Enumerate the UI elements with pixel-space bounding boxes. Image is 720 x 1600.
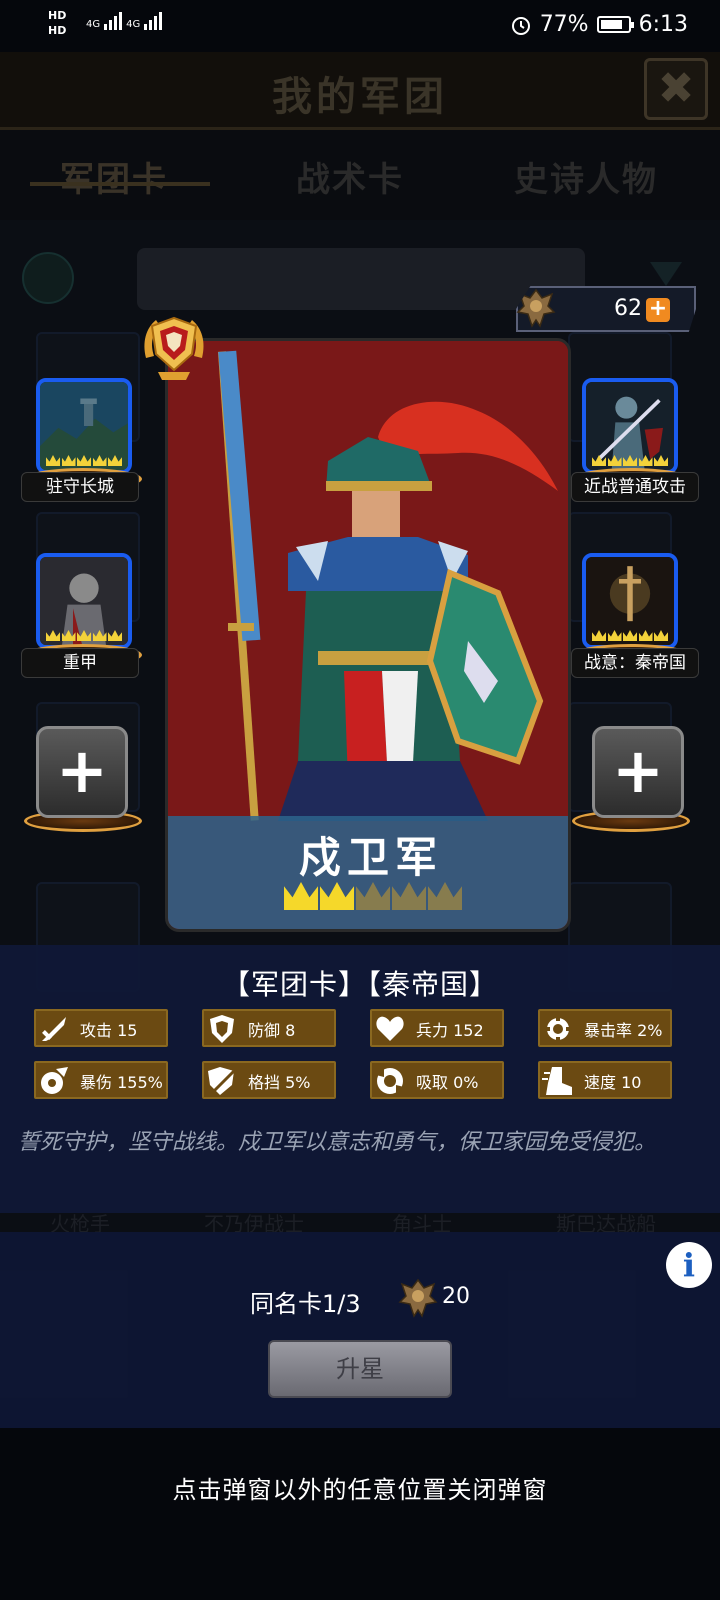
stat-speed: 速度 10: [538, 1061, 672, 1099]
card-info-panel: 【军团卡】【秦帝国】 攻击 15 防御 8 兵力 152 暴击率 2% 暴伤 1…: [0, 945, 720, 1213]
stat-label: 攻击 15: [80, 1021, 138, 1040]
hd-indicator-1: HD: [48, 9, 67, 22]
heart-icon: [374, 1013, 406, 1045]
upgrade-panel: i 同名卡1/3 20 升星: [0, 1232, 720, 1428]
upgrade-star-button[interactable]: 升星: [268, 1340, 452, 1398]
stat-label: 防御 8: [248, 1021, 296, 1040]
tab-legion-cards[interactable]: 军团卡: [60, 152, 168, 201]
network-type-1: 4G: [86, 19, 101, 30]
signal-bars-1-icon: [104, 10, 123, 30]
sword-icon: [38, 1013, 70, 1045]
alarm-icon: [511, 16, 530, 35]
page-title: 我的军团: [272, 74, 448, 120]
card-type-tagline: 【军团卡】【秦帝国】: [221, 968, 498, 1001]
filter-icon[interactable]: [650, 262, 682, 286]
stat-label: 暴伤 155%: [80, 1073, 163, 1092]
slot-card-right-2[interactable]: [582, 553, 678, 649]
slot-card-right-1[interactable]: [582, 378, 678, 474]
crown-star-icon: [284, 882, 318, 910]
status-right: 77% 6:13: [510, 12, 688, 37]
stat-crit-damage: 暴伤 155%: [34, 1061, 168, 1099]
drain-icon: [374, 1065, 406, 1097]
hd-indicator-2: HD: [48, 24, 67, 37]
star-rating: [592, 455, 668, 466]
info-button[interactable]: i: [666, 1242, 712, 1288]
stat-label: 格挡 5%: [248, 1073, 311, 1092]
shield-icon: [206, 1013, 238, 1045]
battery-icon: [596, 16, 634, 33]
slot-label: 驻守长城: [21, 472, 139, 502]
currency-display: 62 +: [516, 286, 696, 332]
star-rating: [592, 630, 668, 641]
stat-attack: 攻击 15: [34, 1009, 168, 1047]
tab-epic-heroes[interactable]: 史诗人物: [514, 152, 658, 201]
stat-troops: 兵力 152: [370, 1009, 504, 1047]
close-hint: 点击弹窗以外的任意位置关闭弹窗: [172, 1476, 548, 1504]
stat-label: 兵力 152: [416, 1021, 484, 1040]
slot-label: 重甲: [21, 648, 139, 678]
stat-block: 格挡 5%: [202, 1061, 336, 1099]
burst-icon: [38, 1065, 70, 1097]
rank-badge-icon: [144, 316, 204, 380]
stat-label: 暴击率 2%: [584, 1021, 663, 1040]
stat-label: 吸取 0%: [416, 1073, 479, 1092]
stat-defense: 防御 8: [202, 1009, 336, 1047]
card-name: 戍卫军: [298, 833, 443, 882]
header-bar: 我的军团 ✖: [0, 52, 720, 130]
stat-drain: 吸取 0%: [370, 1061, 504, 1099]
info-icon: i: [682, 1246, 696, 1284]
add-currency-button[interactable]: +: [646, 298, 670, 322]
crown-star-icon: [320, 882, 354, 910]
status-bar: HD HD 4G 4G 77% 6:13: [0, 0, 720, 52]
hd-indicators: HD HD: [48, 8, 66, 38]
upgrade-cost: 20: [442, 1284, 470, 1309]
card-name-banner: 戍卫军: [168, 816, 568, 929]
currency-count: 62: [614, 296, 642, 321]
eagle-emblem-icon: [398, 1278, 438, 1318]
star-rating: [46, 630, 122, 641]
crown-star-icon: [392, 882, 426, 910]
card-description: 誓死守护，坚守战线。戍卫军以意志和勇气，保卫家园免受侵犯。: [18, 1130, 657, 1155]
add-slot-right-button[interactable]: +: [592, 726, 684, 818]
duplicate-card-count: 同名卡1/3: [250, 1290, 361, 1318]
crown-star-icon: [356, 882, 390, 910]
crosshair-icon: [542, 1013, 574, 1045]
stat-label: 速度 10: [584, 1073, 642, 1092]
close-button[interactable]: ✖: [644, 58, 708, 120]
screen: { "status_bar": { "hd1": "HD", "hd2": "H…: [0, 0, 720, 1600]
signal-bars-2-icon: [144, 10, 163, 30]
boot-icon: [542, 1065, 574, 1097]
block-icon: [206, 1065, 238, 1097]
tab-bar: 军团卡 战术卡 史诗人物: [0, 130, 720, 220]
card-star-rating: [284, 882, 462, 910]
unit-card[interactable]: 戍卫军: [165, 338, 571, 932]
add-slot-left-button[interactable]: +: [36, 726, 128, 818]
stat-crit-rate: 暴击率 2%: [538, 1009, 672, 1047]
battery-percent: 77%: [539, 12, 589, 37]
network-type-2: 4G: [126, 19, 141, 30]
star-rating: [46, 455, 122, 466]
slot-label: 战意：秦帝国: [571, 648, 699, 678]
tab-tactic-cards[interactable]: 战术卡: [296, 152, 404, 201]
crown-star-icon: [428, 882, 462, 910]
signal-group: 4G 4G: [86, 10, 163, 30]
clock: 6:13: [638, 12, 688, 37]
slot-card-left-1[interactable]: [36, 378, 132, 474]
active-tab-indicator: [30, 182, 210, 186]
search-bar[interactable]: [137, 248, 585, 310]
slot-card-left-2[interactable]: [36, 553, 132, 649]
slot-label: 近战普通攻击: [571, 472, 699, 502]
list-menu-icon[interactable]: [22, 252, 74, 304]
